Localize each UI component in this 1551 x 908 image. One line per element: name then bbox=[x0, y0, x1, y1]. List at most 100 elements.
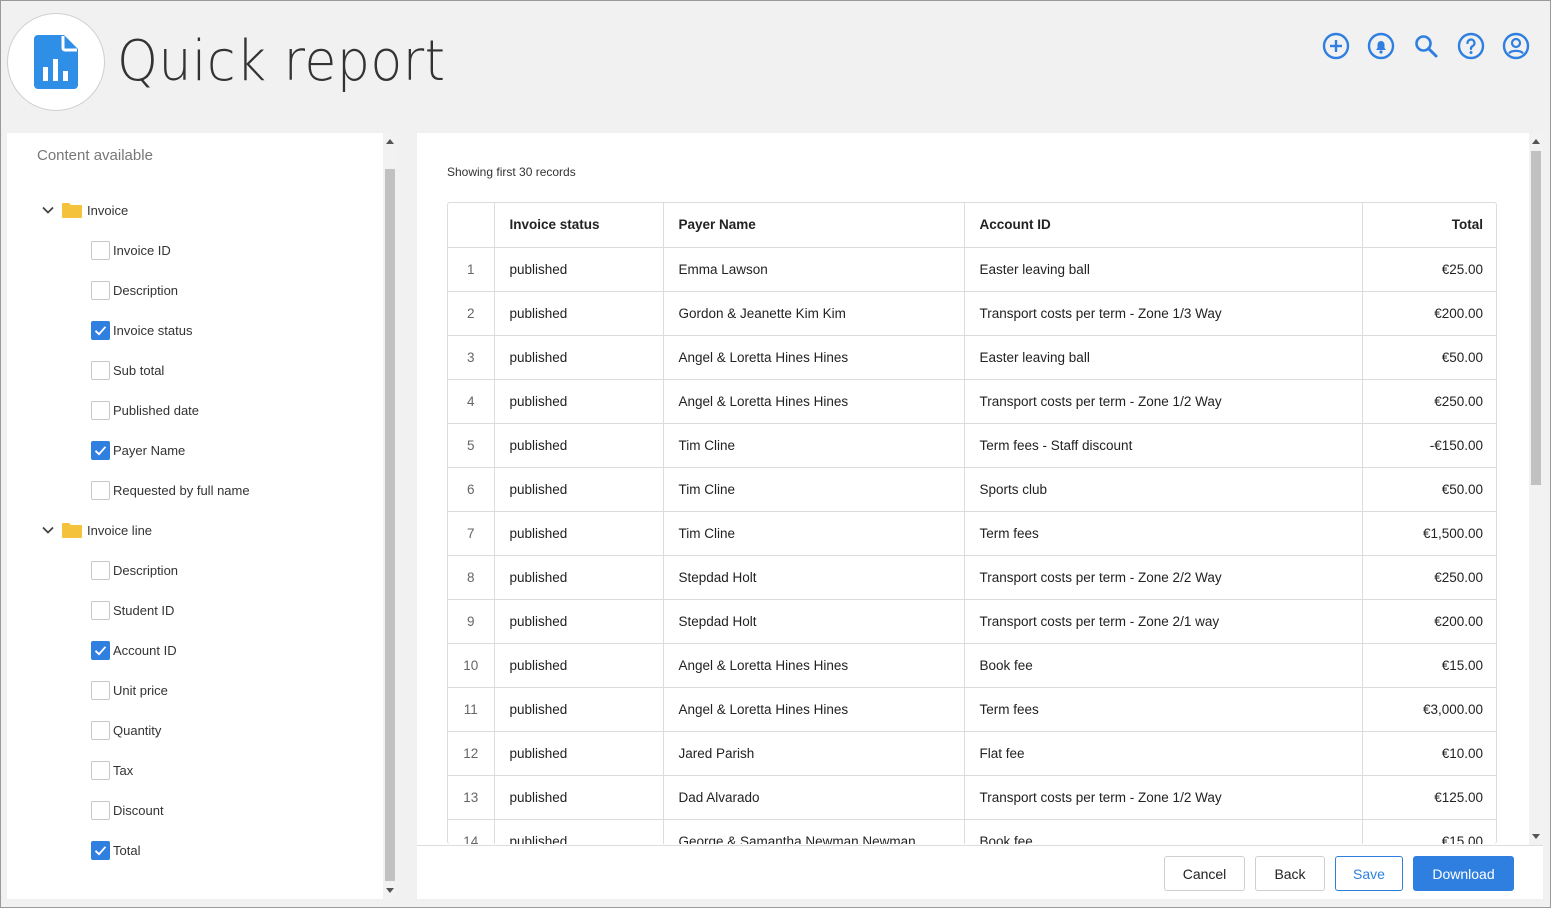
notifications-button[interactable] bbox=[1367, 31, 1395, 61]
total-cell: €50.00 bbox=[1362, 335, 1496, 380]
table-row[interactable]: 8 published Stepdad Holt Transport costs pe… bbox=[448, 555, 1496, 600]
tree-group-invoice[interactable]: Invoice bbox=[41, 198, 128, 222]
table-row[interactable]: 5 published Tim Cline Term fees - Staff dis… bbox=[448, 423, 1496, 468]
table-row[interactable]: 7 published Tim Cline Term fees €1,500.00 bbox=[448, 511, 1496, 556]
field-checkbox[interactable] bbox=[91, 440, 110, 460]
download-button[interactable]: Download bbox=[1413, 856, 1514, 891]
folder-icon bbox=[62, 203, 82, 218]
field-checkbox[interactable] bbox=[91, 840, 110, 860]
total-cell: €15.00 bbox=[1362, 643, 1496, 688]
field-option[interactable]: Invoice ID bbox=[91, 238, 171, 262]
row-index: 3 bbox=[448, 335, 495, 380]
table-row[interactable]: 12 published Jared Parish Flat fee €10.00 bbox=[448, 731, 1496, 776]
chevron-down-icon[interactable] bbox=[41, 523, 55, 537]
sidebar-scrollbar[interactable] bbox=[383, 133, 397, 899]
row-index: 2 bbox=[448, 291, 495, 336]
table-row[interactable]: 14 published George & Samantha Newman Newm… bbox=[448, 819, 1496, 844]
field-option[interactable]: Description bbox=[91, 278, 178, 302]
table-header-row: Invoice status Payer Name Account ID Tot… bbox=[448, 203, 1496, 248]
field-checkbox[interactable] bbox=[91, 480, 110, 500]
scroll-down-arrow[interactable] bbox=[1532, 834, 1540, 839]
field-label: Sub total bbox=[113, 362, 165, 378]
field-checkbox[interactable] bbox=[91, 640, 110, 660]
invoice-status-cell: published bbox=[494, 731, 664, 776]
payer-name-cell: Tim Cline bbox=[663, 467, 965, 512]
scrollbar-thumb[interactable] bbox=[385, 169, 395, 881]
field-checkbox[interactable] bbox=[91, 680, 110, 700]
cancel-button[interactable]: Cancel bbox=[1164, 856, 1245, 891]
add-button[interactable] bbox=[1322, 31, 1350, 61]
field-option[interactable]: Total bbox=[91, 838, 140, 862]
field-checkbox[interactable] bbox=[91, 800, 110, 820]
account-id-cell: Transport costs per term - Zone 2/2 Way bbox=[964, 555, 1363, 600]
column-header-total: Total bbox=[1362, 203, 1496, 248]
invoice-status-cell: published bbox=[494, 379, 664, 424]
field-checkbox[interactable] bbox=[91, 360, 110, 380]
field-checkbox[interactable] bbox=[91, 600, 110, 620]
field-option[interactable]: Unit price bbox=[91, 678, 168, 702]
invoice-status-cell: published bbox=[494, 423, 664, 468]
save-button[interactable]: Save bbox=[1335, 856, 1403, 891]
field-option[interactable]: Tax bbox=[91, 758, 133, 782]
table-row[interactable]: 10 published Angel & Loretta Hines Hines Bo… bbox=[448, 643, 1496, 688]
field-checkbox[interactable] bbox=[91, 280, 110, 300]
field-label: Discount bbox=[113, 802, 164, 818]
field-label: Quantity bbox=[113, 722, 162, 738]
field-option[interactable]: Description bbox=[91, 558, 178, 582]
field-label: Student ID bbox=[113, 602, 175, 618]
account-button[interactable] bbox=[1502, 31, 1530, 61]
field-checkbox[interactable] bbox=[91, 240, 110, 260]
payer-name-cell: Dad Alvarado bbox=[663, 775, 965, 820]
field-checkbox[interactable] bbox=[91, 560, 110, 580]
table-row[interactable]: 13 published Dad Alvarado Transport costs p… bbox=[448, 775, 1496, 820]
chevron-down-icon[interactable] bbox=[41, 203, 55, 217]
payer-name-cell: Angel & Loretta Hines Hines bbox=[663, 687, 965, 732]
field-option[interactable]: Published date bbox=[91, 398, 199, 422]
field-checkbox[interactable] bbox=[91, 400, 110, 420]
field-option[interactable]: Requested by full name bbox=[91, 478, 250, 502]
invoice-status-cell: published bbox=[494, 511, 664, 556]
back-button[interactable]: Back bbox=[1255, 856, 1325, 891]
scroll-up-arrow[interactable] bbox=[386, 139, 394, 144]
search-button[interactable] bbox=[1412, 31, 1440, 61]
field-checkbox[interactable] bbox=[91, 760, 110, 780]
tree-group-invoice-line[interactable]: Invoice line bbox=[41, 518, 152, 542]
total-cell: €1,500.00 bbox=[1362, 511, 1496, 556]
field-option[interactable]: Invoice status bbox=[91, 318, 193, 342]
total-cell: €3,000.00 bbox=[1362, 687, 1496, 732]
header-actions bbox=[1322, 31, 1530, 61]
field-option[interactable]: Sub total bbox=[91, 358, 164, 382]
report-table-container[interactable]: Invoice status Payer Name Account ID Tot… bbox=[447, 202, 1497, 844]
help-button[interactable] bbox=[1457, 31, 1485, 61]
table-row[interactable]: 3 published Angel & Loretta Hines Hines Eas… bbox=[448, 335, 1496, 380]
field-option[interactable]: Quantity bbox=[91, 718, 161, 742]
account-id-cell: Transport costs per term - Zone 1/2 Way bbox=[964, 379, 1363, 424]
table-row[interactable]: 6 published Tim Cline Sports club €50.00 bbox=[448, 467, 1496, 512]
total-cell: -€150.00 bbox=[1362, 423, 1496, 468]
field-option[interactable]: Discount bbox=[91, 798, 164, 822]
row-index: 5 bbox=[448, 423, 495, 468]
table-row[interactable]: 1 published Emma Lawson Easter leaving ball… bbox=[448, 247, 1496, 292]
table-row[interactable]: 11 published Angel & Loretta Hines Hines Te… bbox=[448, 687, 1496, 732]
table-row[interactable]: 4 published Angel & Loretta Hines Hines Tra… bbox=[448, 379, 1496, 424]
search-icon bbox=[1415, 35, 1438, 58]
row-index: 10 bbox=[448, 643, 495, 688]
report-chart-icon bbox=[34, 35, 78, 89]
user-account-icon bbox=[1502, 32, 1530, 60]
payer-name-cell: Jared Parish bbox=[663, 731, 965, 776]
table-scrollbar[interactable] bbox=[1529, 133, 1543, 845]
field-option[interactable]: Account ID bbox=[91, 638, 177, 662]
scroll-down-arrow[interactable] bbox=[386, 888, 394, 893]
invoice-status-cell: published bbox=[494, 291, 664, 336]
table-row[interactable]: 2 published Gordon & Jeanette Kim Kim Trans… bbox=[448, 291, 1496, 336]
table-row[interactable]: 9 published Stepdad Holt Transport costs pe… bbox=[448, 599, 1496, 644]
field-option[interactable]: Student ID bbox=[91, 598, 174, 622]
field-checkbox[interactable] bbox=[91, 720, 110, 740]
scrollbar-thumb[interactable] bbox=[1531, 151, 1541, 485]
payer-name-cell: Angel & Loretta Hines Hines bbox=[663, 643, 965, 688]
report-preview-panel: Showing first 30 records Invoice status … bbox=[417, 133, 1543, 899]
field-checkbox[interactable] bbox=[91, 320, 110, 340]
account-id-cell: Easter leaving ball bbox=[964, 247, 1363, 292]
scroll-up-arrow[interactable] bbox=[1532, 139, 1540, 144]
field-option[interactable]: Payer Name bbox=[91, 438, 185, 462]
